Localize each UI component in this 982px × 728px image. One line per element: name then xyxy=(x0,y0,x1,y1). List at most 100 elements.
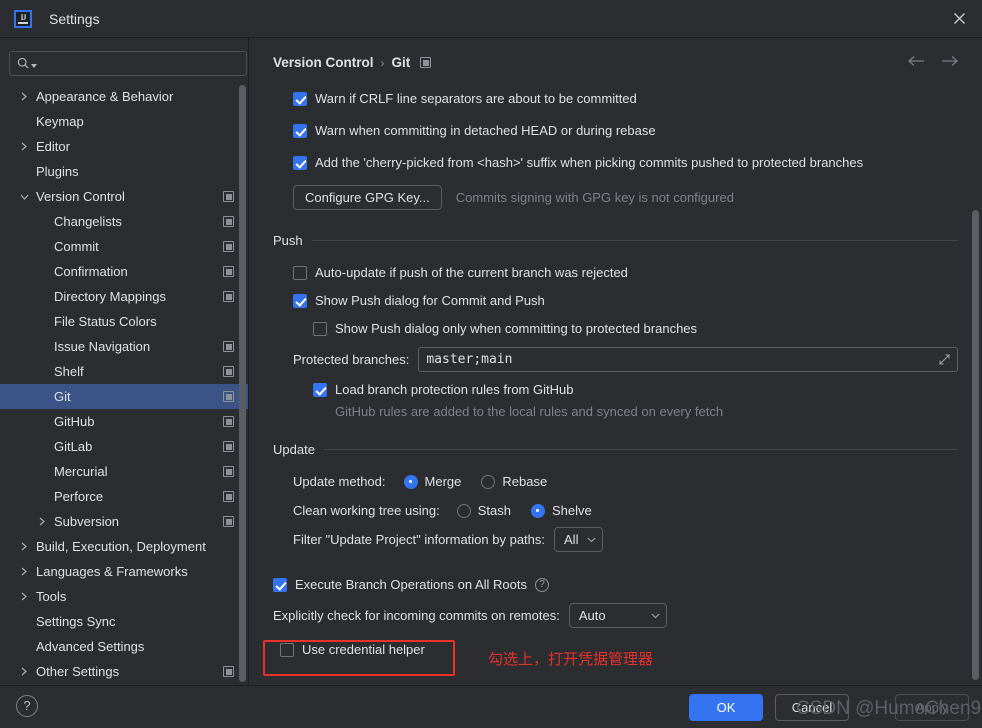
warn-detached-head-checkbox[interactable] xyxy=(293,123,307,138)
checkbox-row-show-push-dialog-protected[interactable]: Show Push dialog only when committing to… xyxy=(313,316,982,341)
checkbox-row-cherry-picked-suffix[interactable]: Add the 'cherry-picked from <hash>' suff… xyxy=(293,150,982,175)
execute-branch-ops-checkbox[interactable] xyxy=(273,577,287,592)
sidebar-scrollbar[interactable] xyxy=(239,85,246,682)
incoming-commits-dropdown[interactable]: Auto xyxy=(568,603,667,628)
project-settings-icon xyxy=(223,291,234,302)
project-settings-icon xyxy=(420,57,432,68)
chevron-right-icon[interactable] xyxy=(18,541,30,553)
expand-diagonal-icon[interactable] xyxy=(938,353,957,366)
sidebar-item-label: Languages & Frameworks xyxy=(36,564,188,579)
chevron-right-icon[interactable] xyxy=(18,591,30,603)
sidebar-item-label: File Status Colors xyxy=(54,314,157,329)
chevron-right-icon[interactable] xyxy=(36,516,48,528)
sidebar-item-issue-navigation[interactable]: Issue Navigation xyxy=(0,334,248,359)
incoming-commits-label: Explicitly check for incoming commits on… xyxy=(273,608,560,623)
update-method-rebase-radio[interactable] xyxy=(481,474,496,489)
checkbox-row-show-push-dialog[interactable]: Show Push dialog for Commit and Push xyxy=(293,288,982,313)
load-branch-rules-hint-row: GitHub rules are added to the local rule… xyxy=(335,401,982,421)
project-settings-icon xyxy=(223,266,234,277)
sidebar-item-appearance-behavior[interactable]: Appearance & Behavior xyxy=(0,84,248,109)
search-input[interactable] xyxy=(37,56,246,71)
checkbox-row-load-branch-rules[interactable]: Load branch protection rules from GitHub xyxy=(313,377,982,402)
sidebar-item-confirmation[interactable]: Confirmation xyxy=(0,259,248,284)
sidebar-item-subversion[interactable]: Subversion xyxy=(0,509,248,534)
clean-stash-label: Stash xyxy=(477,503,511,518)
show-push-dialog-protected-checkbox[interactable] xyxy=(313,321,327,336)
checkbox-row-execute-branch-ops[interactable]: Execute Branch Operations on All Roots ? xyxy=(273,572,982,597)
help-button[interactable]: ? xyxy=(16,695,38,717)
update-method-rebase-label: Rebase xyxy=(502,474,548,489)
sidebar-item-languages-frameworks[interactable]: Languages & Frameworks xyxy=(0,559,248,584)
configure-gpg-key-button[interactable]: Configure GPG Key... xyxy=(293,185,442,210)
apply-button[interactable]: Apply xyxy=(895,694,969,721)
update-group-title: Update xyxy=(273,441,315,457)
sidebar-item-git[interactable]: Git xyxy=(0,384,248,409)
sidebar-item-other-settings[interactable]: Other Settings xyxy=(0,659,248,684)
show-push-dialog-checkbox[interactable] xyxy=(293,293,307,308)
sidebar-item-file-status-colors[interactable]: File Status Colors xyxy=(0,309,248,334)
content-scrollbar[interactable] xyxy=(972,210,979,680)
update-group-header: Update xyxy=(273,438,958,460)
chevron-right-icon[interactable] xyxy=(18,91,30,103)
cherry-picked-suffix-label: Add the 'cherry-picked from <hash>' suff… xyxy=(315,155,864,170)
cancel-button[interactable]: Cancel xyxy=(775,694,849,721)
sidebar-item-plugins[interactable]: Plugins xyxy=(0,159,248,184)
search-field-wrapper xyxy=(9,51,247,76)
chevron-right-icon[interactable] xyxy=(18,566,30,578)
close-icon[interactable] xyxy=(936,0,982,37)
checkbox-row-warn-detached-head[interactable]: Warn when committing in detached HEAD or… xyxy=(293,118,982,143)
sidebar-item-build-execution-deployment[interactable]: Build, Execution, Deployment xyxy=(0,534,248,559)
project-settings-icon xyxy=(223,366,234,377)
update-method-merge-radio[interactable] xyxy=(403,474,418,489)
ok-button[interactable]: OK xyxy=(689,694,763,721)
clean-working-tree-label: Clean working tree using: xyxy=(293,503,440,518)
sidebar-item-label: Commit xyxy=(54,239,99,254)
breadcrumb: Version Control › Git xyxy=(273,55,432,70)
use-credential-helper-checkbox[interactable] xyxy=(280,642,294,657)
clean-shelve-radio[interactable] xyxy=(530,503,545,518)
incoming-commits-row: Explicitly check for incoming commits on… xyxy=(273,603,982,628)
sidebar-item-mercurial[interactable]: Mercurial xyxy=(0,459,248,484)
clean-stash-radio[interactable] xyxy=(456,503,471,518)
sidebar-item-keymap[interactable]: Keymap xyxy=(0,109,248,134)
incoming-commits-value: Auto xyxy=(578,608,606,623)
chevron-down-icon[interactable] xyxy=(18,191,30,203)
sidebar-item-editor[interactable]: Editor xyxy=(0,134,248,159)
help-question-icon[interactable]: ? xyxy=(534,577,549,592)
protected-branches-field[interactable]: master;main xyxy=(418,347,958,372)
filter-paths-dropdown[interactable]: All xyxy=(554,527,604,552)
load-branch-rules-checkbox[interactable] xyxy=(313,382,327,397)
sidebar-item-tools[interactable]: Tools xyxy=(0,584,248,609)
cherry-picked-suffix-checkbox[interactable] xyxy=(293,155,307,170)
navigation-arrows xyxy=(908,55,958,67)
project-settings-icon xyxy=(223,216,234,227)
filter-paths-label: Filter "Update Project" information by p… xyxy=(293,532,546,547)
annotation-text: 勾选上，打开凭据管理器 xyxy=(488,650,654,668)
sidebar-item-perforce[interactable]: Perforce xyxy=(0,484,248,509)
auto-update-checkbox[interactable] xyxy=(293,265,307,280)
sidebar-item-shelf[interactable]: Shelf xyxy=(0,359,248,384)
sidebar-item-settings-sync[interactable]: Settings Sync xyxy=(0,609,248,634)
checkbox-row-warn-crlf[interactable]: Warn if CRLF line separators are about t… xyxy=(293,86,982,111)
sidebar-item-version-control[interactable]: Version Control xyxy=(0,184,248,209)
chevron-right-icon[interactable] xyxy=(18,666,30,678)
sidebar-item-gitlab[interactable]: GitLab xyxy=(0,434,248,459)
arrow-left-icon[interactable] xyxy=(908,55,925,67)
checkbox-row-auto-update[interactable]: Auto-update if push of the current branc… xyxy=(293,260,982,285)
warn-crlf-checkbox[interactable] xyxy=(293,91,307,106)
settings-sidebar[interactable]: Appearance & Behavior Keymap Editor Plugins… xyxy=(0,84,248,685)
sidebar-item-changelists[interactable]: Changelists xyxy=(0,209,248,234)
sidebar-item-label: Issue Navigation xyxy=(54,339,151,354)
sidebar-item-advanced-settings[interactable]: Advanced Settings xyxy=(0,634,248,659)
search-box[interactable] xyxy=(9,51,247,76)
sidebar-item-commit[interactable]: Commit xyxy=(0,234,248,259)
project-settings-icon xyxy=(223,416,234,427)
project-settings-icon xyxy=(223,491,234,502)
warn-crlf-label: Warn if CRLF line separators are about t… xyxy=(315,91,637,106)
breadcrumb-root[interactable]: Version Control xyxy=(273,55,374,70)
settings-content: Version Control › Git Warn if CRLF line … xyxy=(249,38,982,685)
sidebar-item-github[interactable]: GitHub xyxy=(0,409,248,434)
arrow-right-icon[interactable] xyxy=(941,55,958,67)
chevron-right-icon[interactable] xyxy=(18,141,30,153)
sidebar-item-directory-mappings[interactable]: Directory Mappings xyxy=(0,284,248,309)
